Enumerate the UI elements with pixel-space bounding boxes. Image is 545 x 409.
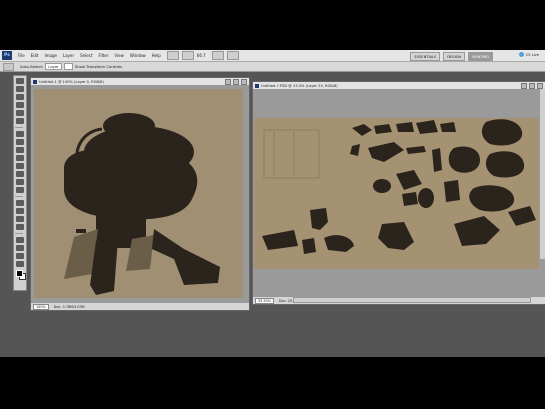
eyedropper-tool-icon[interactable] <box>16 118 24 124</box>
document-title-left: Untitled-1 @ 100% (Layer 0, RGB/8) <box>39 79 104 84</box>
workspace-painting-button[interactable]: PAINTING <box>468 52 493 61</box>
minimize-button[interactable] <box>521 82 527 89</box>
lasso-tool-icon[interactable] <box>16 94 24 100</box>
horizontal-scrollbar[interactable] <box>293 297 531 303</box>
move-tool-preset-icon[interactable] <box>3 62 14 71</box>
menu-layer[interactable]: Layer <box>63 53 74 58</box>
pen-tool-icon[interactable] <box>16 200 24 206</box>
dodge-tool-icon[interactable] <box>16 187 24 193</box>
clone-stamp-tool-icon[interactable] <box>16 147 24 153</box>
type-tool-icon[interactable] <box>16 208 24 214</box>
menu-view[interactable]: View <box>114 53 124 58</box>
cs-live-icon <box>518 52 524 57</box>
workspace-essentials-button[interactable]: ESSENTIALS <box>410 52 441 61</box>
tools-divider <box>15 196 23 197</box>
menu-help[interactable]: Help <box>152 53 161 58</box>
photoshop-app: Ps File Edit Image Layer Select Filter V… <box>0 50 545 357</box>
faint-sketch <box>263 129 320 179</box>
document-window-left: Untitled-1 @ 100% (Layer 0, RGB/8) 100% … <box>30 77 250 311</box>
menu-edit[interactable]: Edit <box>31 53 39 58</box>
document-icon <box>33 79 37 84</box>
foreground-color-swatch[interactable] <box>16 270 23 277</box>
gradient-tool-icon[interactable] <box>16 171 24 177</box>
document-icon <box>255 83 259 88</box>
zoom-level-dropdown[interactable]: 66.7 <box>197 53 206 58</box>
tools-divider <box>15 127 23 128</box>
options-bar: Auto-Select: Layer Show Transform Contro… <box>0 62 545 72</box>
maximize-button[interactable] <box>233 78 239 85</box>
quick-select-tool-icon[interactable] <box>16 102 24 108</box>
menu-bar: Ps File Edit Image Layer Select Filter V… <box>0 50 545 62</box>
zoom-tool-icon[interactable] <box>16 261 24 267</box>
auto-select-label: Auto-Select: <box>20 64 44 69</box>
silhouette-shapes <box>262 119 536 254</box>
tools-panel <box>13 75 27 291</box>
cs-live-button[interactable]: CS Live <box>518 52 539 57</box>
close-button[interactable] <box>537 82 543 89</box>
maximize-button[interactable] <box>529 82 535 89</box>
app-logo: Ps <box>2 51 12 60</box>
3d-orbit-tool-icon[interactable] <box>16 245 24 251</box>
tools-divider <box>15 233 23 234</box>
menu-filter[interactable]: Filter <box>98 53 108 58</box>
zoom-field-left[interactable]: 100% <box>33 303 49 310</box>
path-selection-tool-icon[interactable] <box>16 216 24 222</box>
canvas-left[interactable] <box>34 89 243 298</box>
history-brush-tool-icon[interactable] <box>16 155 24 161</box>
screen-mode-icon[interactable] <box>226 51 239 60</box>
show-transform-checkbox[interactable] <box>63 63 73 70</box>
menu-file[interactable]: File <box>18 53 25 58</box>
close-button[interactable] <box>241 78 247 85</box>
eraser-tool-icon[interactable] <box>16 163 24 169</box>
robot-silhouette-drawing <box>64 113 220 295</box>
workspace-design-button[interactable]: DESIGN <box>443 52 466 61</box>
thumbnail-shapes-drawing <box>262 119 536 254</box>
auto-select-dropdown[interactable]: Layer <box>45 63 62 70</box>
status-bar-left: 100% Doc: 3.78M/3.03M <box>31 302 249 310</box>
workspace-switcher: ESSENTIALS DESIGN PAINTING <box>407 52 493 61</box>
mini-bridge-icon[interactable] <box>181 51 194 60</box>
canvas-right[interactable] <box>254 118 539 269</box>
cs-live-label: CS Live <box>525 52 539 57</box>
minimize-button[interactable] <box>225 78 231 85</box>
auto-select-value: Layer <box>48 64 59 69</box>
robot-body <box>64 148 198 220</box>
menu-select[interactable]: Select <box>80 53 92 58</box>
show-transform-label: Show Transform Controls <box>74 64 123 69</box>
crop-tool-icon[interactable] <box>16 110 24 116</box>
zoom-field-right[interactable]: 33.33% <box>255 297 274 304</box>
move-tool-icon[interactable] <box>16 78 24 84</box>
shape-tool-icon[interactable] <box>16 224 24 230</box>
document-title-right: Untitled-7.PSD @ 33.3% (Layer 25, RGB/8) <box>261 83 338 88</box>
healing-brush-tool-icon[interactable] <box>16 131 24 137</box>
document-tab-right[interactable]: Untitled-7.PSD @ 33.3% (Layer 25, RGB/8) <box>253 82 545 90</box>
robot-leg-front-right <box>152 229 220 285</box>
menu-window[interactable]: Window <box>130 53 146 58</box>
document-window-right: Untitled-7.PSD @ 33.3% (Layer 25, RGB/8) <box>252 81 545 305</box>
document-tab-left[interactable]: Untitled-1 @ 100% (Layer 0, RGB/8) <box>31 78 249 86</box>
robot-rod <box>76 229 86 233</box>
blur-tool-icon[interactable] <box>16 179 24 185</box>
3d-rotate-tool-icon[interactable] <box>16 237 24 243</box>
brush-tool-icon[interactable] <box>16 139 24 145</box>
bridge-icon[interactable] <box>166 51 179 60</box>
menu-image[interactable]: Image <box>44 53 57 58</box>
vertical-scrollbar[interactable] <box>539 89 545 259</box>
arrange-documents-icon[interactable] <box>211 51 224 60</box>
doc-size-left: Doc: 3.78M/3.03M <box>53 304 85 309</box>
hand-tool-icon[interactable] <box>16 253 24 259</box>
marquee-tool-icon[interactable] <box>16 86 24 92</box>
